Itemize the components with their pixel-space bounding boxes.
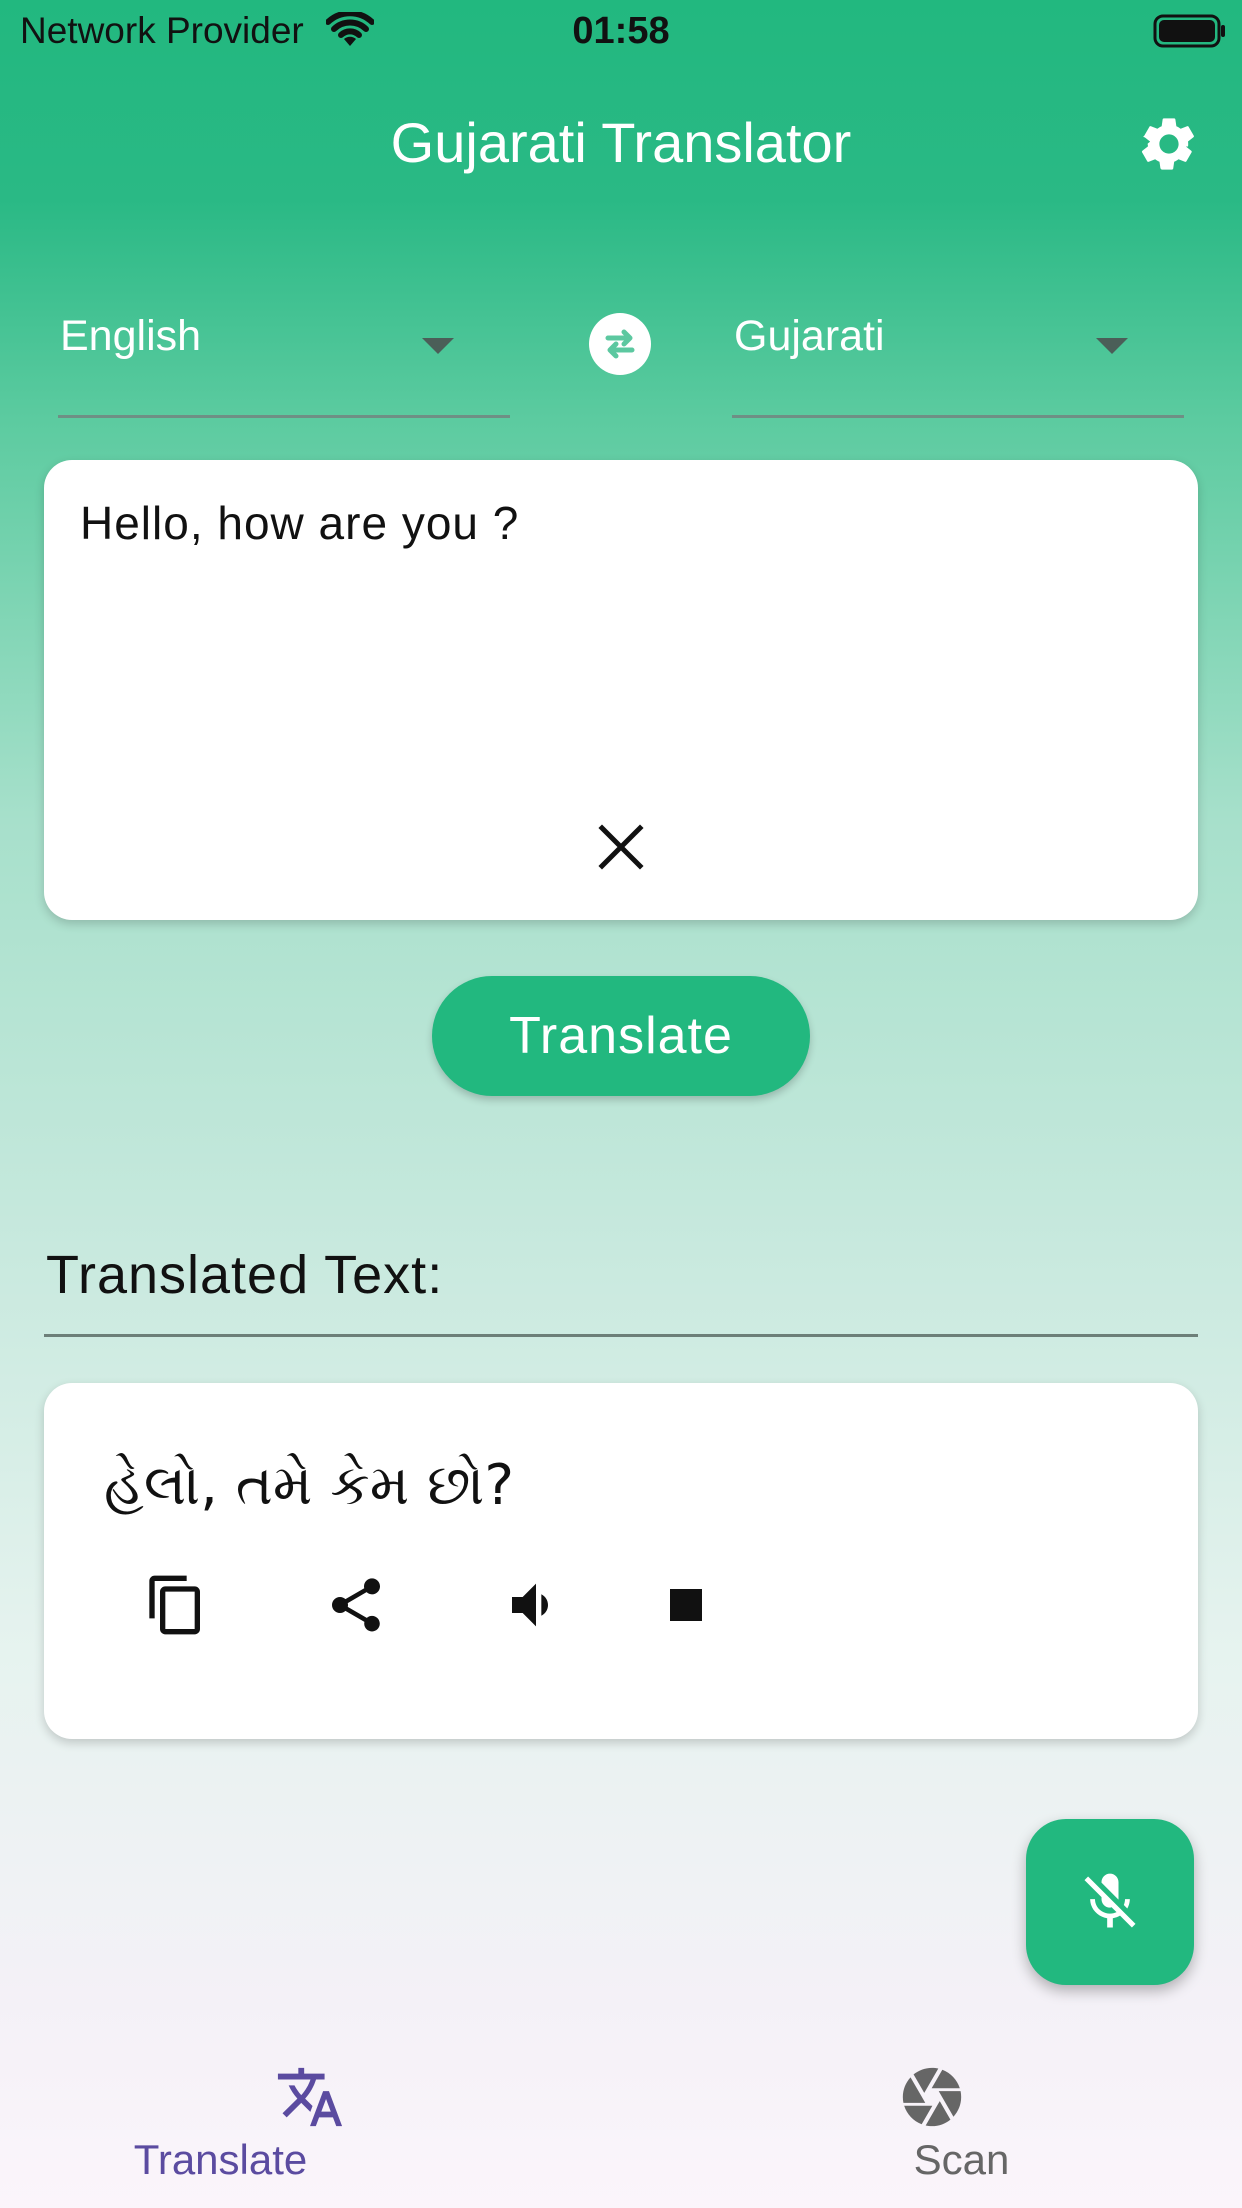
chevron-down-icon bbox=[1096, 338, 1128, 354]
swap-icon[interactable] bbox=[588, 312, 652, 376]
gear-icon[interactable] bbox=[1137, 112, 1201, 176]
nav-label-scan: Scan bbox=[913, 2136, 1010, 2183]
bottom-navigation: Translate Scan bbox=[0, 2028, 1242, 2208]
copy-icon[interactable] bbox=[144, 1573, 208, 1637]
page-title: Gujarati Translator bbox=[390, 111, 852, 174]
status-bar: Network Provider 01:58 bbox=[0, 0, 1242, 62]
target-language-dropdown[interactable]: Gujarati bbox=[732, 300, 1184, 418]
target-language-label: Gujarati bbox=[734, 312, 885, 360]
output-card: હેલો, તમે કેમ છો? bbox=[44, 1383, 1198, 1739]
volume-icon[interactable] bbox=[504, 1573, 568, 1637]
nav-label-translate: Translate bbox=[133, 2136, 308, 2183]
source-language-label: English bbox=[60, 312, 202, 360]
translate-icon bbox=[277, 2067, 343, 2127]
camera-shutter-icon bbox=[902, 2067, 962, 2127]
nav-item-scan[interactable]: Scan bbox=[621, 2028, 1242, 2208]
input-text-area[interactable]: Hello, how are you ? bbox=[44, 460, 1198, 920]
divider bbox=[44, 1334, 1198, 1337]
chevron-down-icon bbox=[422, 338, 454, 354]
translated-text-heading: Translated Text: bbox=[46, 1245, 444, 1305]
input-text[interactable]: Hello, how are you ? bbox=[80, 496, 1160, 550]
mic-off-icon bbox=[1084, 1873, 1136, 1928]
translate-button[interactable]: Translate bbox=[432, 976, 810, 1096]
mic-button[interactable] bbox=[1026, 1819, 1194, 1985]
clock: 01:58 bbox=[572, 10, 670, 52]
source-language-dropdown[interactable]: English bbox=[58, 300, 510, 418]
battery-icon bbox=[1153, 14, 1225, 48]
stop-icon[interactable] bbox=[654, 1573, 718, 1637]
close-icon[interactable] bbox=[596, 822, 646, 872]
nav-item-translate[interactable]: Translate bbox=[0, 2028, 621, 2208]
share-icon[interactable] bbox=[324, 1573, 388, 1637]
translated-text: હેલો, તમે કેમ છો? bbox=[104, 1453, 515, 1518]
